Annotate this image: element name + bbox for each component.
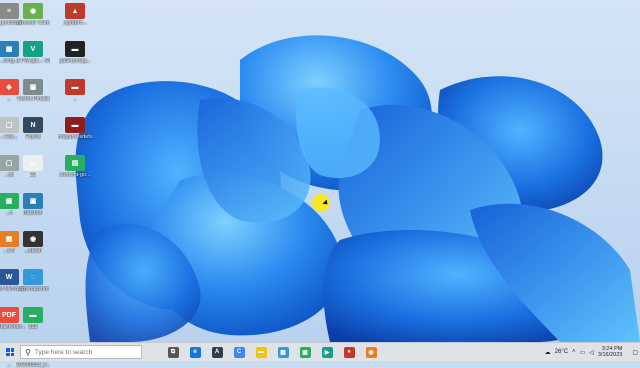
start-button[interactable] (2, 344, 18, 360)
desktop-icon[interactable]: ◌ ...p snapshot (16, 269, 50, 292)
taskbar-search-box[interactable]: ⚲ (20, 345, 142, 359)
desktop-icon-label: 22 (29, 172, 37, 178)
task-view-icon: ⧉ (167, 346, 179, 358)
desktop-icon-label: 20230313_2... (16, 362, 50, 368)
taskbar-app-app-dark[interactable]: A (208, 344, 226, 360)
desktop-icon-label: utorrent-go... (59, 172, 91, 178)
desktop-icon[interactable]: N Pipefit (16, 117, 50, 140)
browser-icon: ◉ (365, 346, 377, 358)
system-tray: ☁ 26°C ˄ ▭ ◁ 3:24 PM 3/16/2023 ▢ (545, 343, 638, 361)
app-icon: ▭ (23, 155, 43, 171)
desktop-icon-label: mayanresdefa... (58, 134, 92, 140)
app-icon: ◌ (23, 269, 43, 285)
taskbar-pinned-apps: ⧉ e A C ▬ ▦ ▣ ▶ ● ◉ (160, 344, 380, 360)
desktop-icon[interactable]: ◉ ...ulean (16, 231, 50, 254)
taskbar-app-image-app[interactable]: ▣ (296, 344, 314, 360)
app-icon: ▬ (23, 307, 43, 323)
app-icon: ◉ (23, 231, 43, 247)
desktop-icon-label: gallerymag... (59, 58, 91, 64)
app-icon: ▬ (65, 41, 85, 57)
desktop-icon-label: Lightpro... (62, 20, 88, 26)
app-icon: ▬ (65, 79, 85, 95)
weather-temp[interactable]: 26°C (555, 349, 568, 355)
desktop-icon[interactable]: ▣ Tosha-Pinakit (16, 79, 50, 102)
desktop-icon-label: 222 (28, 324, 38, 330)
notification-icon[interactable]: ▢ (632, 349, 638, 356)
clock[interactable]: 3:24 PM 3/16/2023 (598, 346, 622, 359)
desktop-icon-label: Browser Cam (16, 20, 50, 26)
desktop-icon-label: ...ob (3, 172, 15, 178)
app-icon: ▣ (23, 79, 43, 95)
volume-icon[interactable]: ◁ (589, 349, 594, 356)
desktop-icon-label: Tosha-Pinakit (16, 96, 50, 102)
desktop-icon[interactable]: ▭ 22 (16, 155, 50, 178)
desktop-icon[interactable]: ▲ Lightpro... (58, 3, 92, 26)
files-icon: ▬ (255, 346, 267, 358)
network-icon[interactable]: ▭ (580, 349, 586, 356)
desktop-icon-label: ...s (5, 210, 13, 216)
chevron-up-icon[interactable]: ˄ (572, 349, 576, 355)
desktop-icon-label: Pipefit (25, 134, 41, 140)
app-icon: ▤ (65, 155, 85, 171)
taskbar-app-edge[interactable]: e (186, 344, 204, 360)
desktop-icon[interactable]: ▬... (58, 79, 92, 102)
search-icon: ⚲ (25, 347, 31, 357)
desktop-icon[interactable]: ▬ gallerymag... (58, 41, 92, 64)
desktop-icon[interactable]: ▬ 222 (16, 307, 50, 330)
taskbar: ⚲ ⧉ eAC ▬ ▦ ▣ ▶ ● ◉ ☁ 26°C ˄ ▭ ◁ 3:24 PM 3/16/2… (0, 342, 640, 361)
windows-logo-icon (6, 348, 14, 356)
desktop-icon[interactable]: ◉ Browser Cam (16, 3, 50, 26)
search-input[interactable] (34, 348, 135, 356)
desktop-wallpaper (0, 0, 640, 342)
app-icon: N (23, 117, 43, 133)
desktop-icon-label: Biashan (23, 210, 43, 216)
taskbar-app-browser[interactable]: ◉ (362, 344, 380, 360)
desktop-icon[interactable]: VCTVA jpk... Shortcut (16, 41, 50, 64)
taskbar-app-chrome-like[interactable]: C (230, 344, 248, 360)
app-icon: ◉ (23, 3, 43, 19)
desktop-icon-label: ...ulean (23, 248, 43, 254)
weather-icon[interactable]: ☁ (545, 349, 551, 356)
desktop-icon[interactable]: ▣ Biashan (16, 193, 50, 216)
chrome-like-icon: C (233, 346, 245, 358)
clock-date: 3/16/2023 (597, 352, 623, 358)
app-icon: ▬ (65, 117, 85, 133)
edge-icon: e (189, 346, 201, 358)
desktop-icon[interactable]: ▤ utorrent-go... (58, 155, 92, 178)
taskbar-app-files[interactable]: ▬ (252, 344, 270, 360)
taskbar-app-store[interactable]: ▦ (274, 344, 292, 360)
app-icon: ▣ (23, 193, 43, 209)
app-icon: ▲ (65, 3, 85, 19)
taskbar-app-task-view[interactable]: ⧉ (164, 344, 182, 360)
desktop-icon-label: ...s 5 (3, 248, 15, 254)
recorder-icon: ● (343, 346, 355, 358)
desktop-icon-label: CTVA jpk... Shortcut (16, 58, 50, 64)
desktop-icon-label: ... (6, 96, 12, 102)
desktop-icon[interactable]: ▬mayanresdefa... (58, 117, 92, 140)
desktop-icon-label: ... (6, 362, 12, 368)
taskbar-app-recorder[interactable]: ● (340, 344, 358, 360)
media-icon: ▶ (321, 346, 333, 358)
app-dark-icon: A (211, 346, 223, 358)
desktop-icon-label: ...p snapshot (17, 286, 49, 292)
app-icon: V (23, 41, 43, 57)
desktop-icon-label: ... (72, 96, 78, 102)
taskbar-app-media[interactable]: ▶ (318, 344, 336, 360)
store-icon: ▦ (277, 346, 289, 358)
image-app-icon: ▣ (299, 346, 311, 358)
